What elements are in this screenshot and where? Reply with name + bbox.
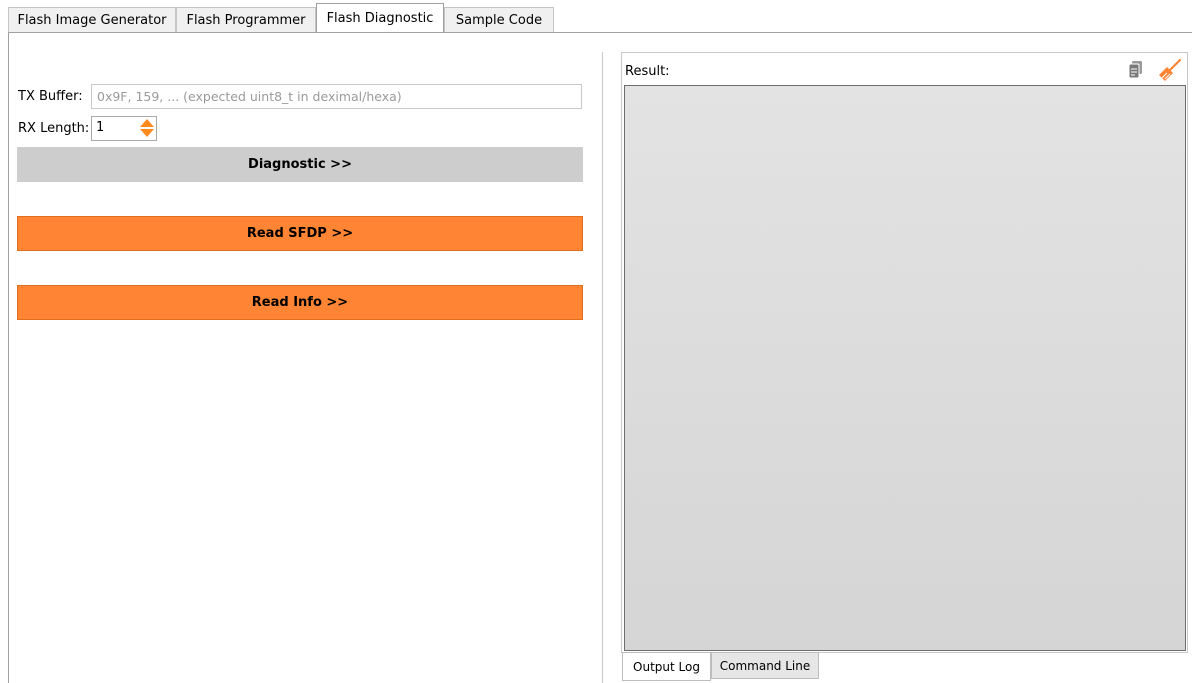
tab-output-log[interactable]: Output Log <box>622 652 711 681</box>
tab-bar-divider <box>8 32 1192 33</box>
tab-sample-code[interactable]: Sample Code <box>444 7 554 33</box>
content-frame-border <box>8 33 9 683</box>
broom-icon[interactable] <box>1156 58 1182 82</box>
rx-length-label: RX Length: <box>18 121 90 136</box>
tx-buffer-label: TX Buffer: <box>18 89 83 104</box>
rx-length-value: 1 <box>96 120 105 135</box>
decrement-arrow-icon[interactable] <box>140 129 154 137</box>
tab-command-line[interactable]: Command Line <box>711 652 819 679</box>
read-sfdp-button[interactable]: Read SFDP >> <box>17 216 583 251</box>
increment-arrow-icon[interactable] <box>140 119 154 127</box>
result-label: Result: <box>625 64 670 79</box>
stepper-buttons <box>140 119 154 138</box>
tab-flash-programmer[interactable]: Flash Programmer <box>176 7 316 33</box>
panel-divider <box>602 52 603 683</box>
diagnostic-button[interactable]: Diagnostic >> <box>17 147 583 182</box>
tab-flash-image-generator[interactable]: Flash Image Generator <box>8 7 176 33</box>
copy-icon[interactable] <box>1128 60 1144 80</box>
read-info-button[interactable]: Read Info >> <box>17 285 583 320</box>
tx-buffer-input[interactable] <box>91 84 582 109</box>
tab-bar: Flash Image Generator Flash Programmer F… <box>0 0 1192 33</box>
rx-length-stepper[interactable]: 1 <box>91 116 157 141</box>
result-output-area[interactable] <box>624 85 1186 651</box>
tab-flash-diagnostic[interactable]: Flash Diagnostic <box>316 3 444 33</box>
